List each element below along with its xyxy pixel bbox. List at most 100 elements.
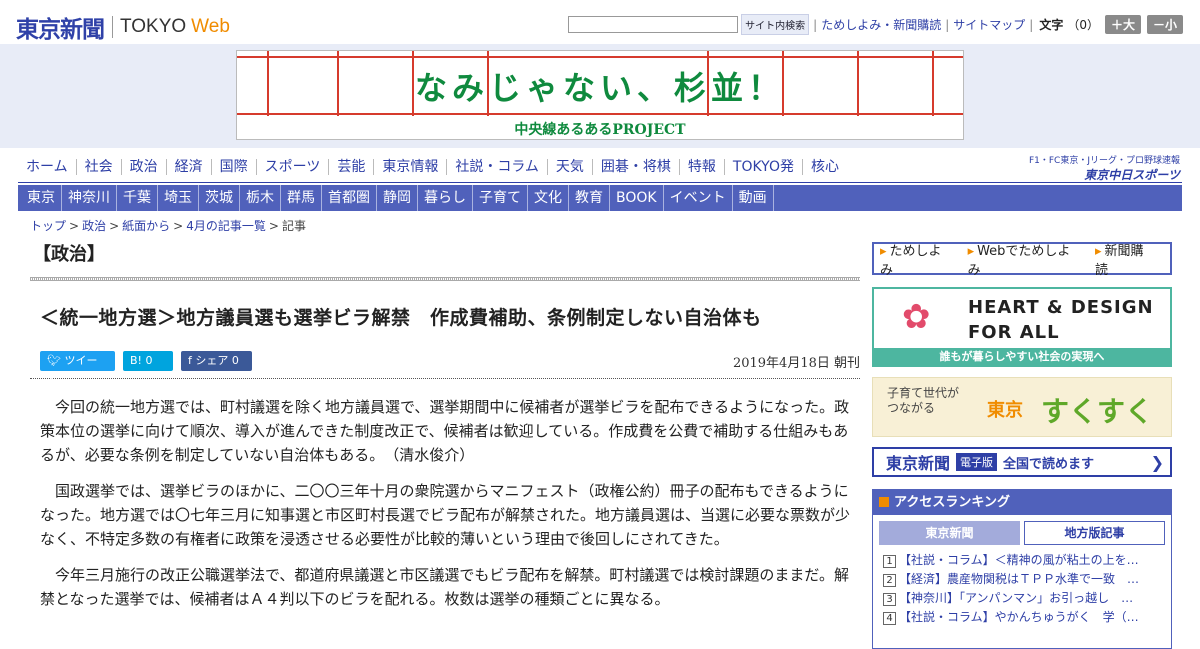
twitter-icon: 🐦︎	[47, 354, 65, 367]
breadcrumb-sep: >	[268, 219, 279, 233]
ranking-item-title: 【経済】農産物関税はＴＰＰ水準で一致 …	[899, 572, 1140, 586]
trial-subscribe-link[interactable]: ためしよみ・新聞購読	[821, 16, 941, 33]
nav-item-kakushin[interactable]: 核心	[801, 159, 847, 175]
nav-item-world[interactable]: 国際	[210, 159, 256, 175]
epaper-logo: 東京新聞	[886, 454, 951, 473]
nav-region-item[interactable]: 文化	[528, 185, 569, 211]
nav-divider	[18, 182, 1182, 183]
ranking-item[interactable]: 4 【社説・コラム】やかんちゅうがく 学（…	[883, 608, 1163, 627]
nav-item-weather[interactable]: 天気	[546, 159, 592, 175]
nav-region-item[interactable]: 教育	[569, 185, 610, 211]
nav-item-home[interactable]: ホーム	[18, 159, 76, 175]
ranking-item[interactable]: 3 【神奈川】「アンパンマン」お引っ越し …	[883, 589, 1163, 608]
header-tools: サイト内検索 | ためしよみ・新聞購読 | サイトマップ | 文字 （0） ＋大…	[568, 14, 1183, 35]
nav-region-item[interactable]: 群馬	[281, 185, 322, 211]
nav-region-item[interactable]: 暮らし	[418, 185, 473, 211]
logo-divider	[112, 16, 113, 38]
nav-item-politics[interactable]: 政治	[120, 159, 166, 175]
chunichi-logo: 東京中日スポーツ	[1084, 168, 1180, 182]
font-size-value: （0）	[1067, 18, 1099, 32]
nav-region-item[interactable]: BOOK	[610, 185, 664, 211]
sitemap-link[interactable]: サイトマップ	[953, 16, 1025, 33]
banner-line	[237, 56, 963, 58]
epaper-banner[interactable]: 東京新聞 電子版 全国で読めます ❯	[872, 447, 1172, 477]
tweet-button[interactable]: 🐦︎ ツイート	[40, 351, 115, 387]
article-date: 2019年4月18日 朝刊	[732, 355, 860, 371]
article-paragraph: 今回の統一地方選では、町村議選を除く地方議員選で、選挙期間中に候補者が選挙ビラを…	[40, 398, 850, 464]
banner-line	[237, 113, 963, 115]
breadcrumb-sep: >	[173, 219, 184, 233]
nav-item-tokuho[interactable]: 特報	[678, 159, 724, 175]
subscribe-link[interactable]: ▸ 新聞購読	[1095, 240, 1162, 278]
subscribe-bar: ▸ ためしよみ ▸ Webでためしよみ ▸ 新聞購読	[872, 240, 1172, 278]
breadcrumb-politics[interactable]: 政治	[82, 219, 106, 233]
nav-item-igo-shogi[interactable]: 囲碁・将棋	[591, 159, 679, 175]
divider: |	[813, 17, 818, 32]
nav-region-item[interactable]: 静岡	[377, 185, 418, 211]
nav-item-entertainment[interactable]: 芸能	[328, 159, 373, 175]
hatena-button[interactable]: B! 0	[123, 351, 173, 371]
nav-region-item[interactable]: 動画	[733, 185, 774, 211]
nav-item-sports[interactable]: スポーツ	[255, 159, 329, 175]
square-bullet-icon	[879, 497, 889, 507]
chunichi-sports-link[interactable]: F1・FC東京・Jリーグ・プロ野球速報 東京中日スポーツ	[1029, 153, 1180, 183]
web-trial-link[interactable]: ▸ Webでためしよみ	[968, 240, 1087, 278]
logo-web: Web	[191, 16, 230, 37]
breadcrumb-sep: >	[109, 219, 120, 233]
nav-region-item[interactable]: 埼玉	[158, 185, 199, 211]
breadcrumb-print[interactable]: 紙面から	[122, 219, 170, 233]
nav-item-economy[interactable]: 経済	[165, 159, 211, 175]
breadcrumb-april[interactable]: 4月の記事一覧	[186, 219, 266, 233]
nav-region-item[interactable]: 栃木	[240, 185, 281, 211]
epaper-badge: 電子版	[956, 453, 998, 471]
nav-region-item[interactable]: 首都圏	[322, 185, 377, 211]
nav-region-item[interactable]: イベント	[664, 185, 733, 211]
hd-title-line2: FOR ALL	[968, 322, 1060, 343]
ranking-list: 1 【社説・コラム】＜精神の風が粘土の上を… 2 【経済】農産物関税はＴＰＰ水準で一…	[873, 545, 1171, 627]
heart-design-banner[interactable]: ✿ HEART & DESIGN FOR ALL 誰もが暮らしやすい社会の実現へ	[872, 287, 1172, 367]
site-logo[interactable]: 東京新聞 TOKYO Web	[16, 10, 230, 44]
breadcrumb-sep: >	[69, 219, 80, 233]
nav-item-editorial[interactable]: 社説・コラム	[446, 159, 547, 175]
ad-banner[interactable]: なみじゃない、杉並！ 中央線あるあるPROJECT	[236, 50, 964, 140]
section-rule	[30, 277, 860, 281]
nav-region-item[interactable]: 神奈川	[62, 185, 117, 211]
font-smaller-button[interactable]: －小	[1146, 15, 1183, 34]
facebook-share-button[interactable]: f シェア 0	[181, 351, 252, 371]
sukusuku-banner[interactable]: 子育て世代が つながる 東京 すくすく	[872, 377, 1172, 437]
ranking-header: アクセスランキング	[873, 490, 1171, 515]
nav-region-item[interactable]: 東京	[18, 185, 62, 211]
tab-local-articles[interactable]: 地方版記事	[1024, 521, 1165, 545]
hd-title-line1: HEART & DESIGN	[968, 297, 1154, 318]
subscribe-label: 新聞購読	[1094, 243, 1144, 278]
ranking-item-title: 【社説・コラム】＜精神の風が粘土の上を…	[899, 553, 1139, 567]
site-header: 東京新聞 TOKYO Web サイト内検索 | ためしよみ・新聞購読 | サイト…	[0, 0, 1200, 44]
nav-region-item[interactable]: 子育て	[473, 185, 528, 211]
primary-nav: ホーム 社会 政治 経済 国際 スポーツ 芸能 東京情報 社説・コラム 天気 囲…	[18, 159, 847, 175]
dotted-divider	[30, 378, 860, 379]
article-body: 今回の統一地方選では、町村議選を除く地方議員選で、選挙期間中に候補者が選挙ビラを…	[30, 395, 860, 611]
chunichi-tagline: F1・FC東京・Jリーグ・プロ野球速報	[1028, 156, 1180, 166]
article-paragraph: 今年三月施行の改正公職選挙法で、都道府県議選と市区議選でもビラ配布を解禁。町村議…	[40, 566, 849, 608]
banner-title: なみじゃない、杉並！	[414, 69, 785, 107]
breadcrumb-top[interactable]: トップ	[30, 219, 66, 233]
subscribe-trial-link[interactable]: ▸ ためしよみ	[880, 240, 960, 278]
ranking-item[interactable]: 2 【経済】農産物関税はＴＰＰ水準で一致 …	[883, 570, 1163, 589]
site-search-button[interactable]: サイト内検索	[741, 14, 810, 35]
ranking-tabs: 東京新聞 地方版記事	[873, 515, 1171, 545]
font-bigger-button[interactable]: ＋大	[1104, 15, 1141, 34]
nav-item-society[interactable]: 社会	[75, 159, 121, 175]
sidebar: ▸ ためしよみ ▸ Webでためしよみ ▸ 新聞購読 ✿ HEART & DESIGN…	[872, 242, 1172, 649]
nav-item-tokyo-info[interactable]: 東京情報	[373, 159, 446, 175]
rank-number: 2	[883, 574, 896, 587]
hd-caption: 誰もが暮らしやすい社会の実現へ	[874, 348, 1170, 365]
divider: |	[1029, 17, 1034, 32]
nav-item-tokyo-hatsu[interactable]: TOKYO発	[723, 159, 802, 175]
tab-tokyo-shimbun[interactable]: 東京新聞	[879, 521, 1020, 545]
nav-region-item[interactable]: 茨城	[199, 185, 240, 211]
nav-region-item[interactable]: 千葉	[117, 185, 158, 211]
divider: |	[945, 17, 950, 32]
site-search-input[interactable]	[568, 16, 739, 33]
share-bar: 🐦︎ ツイート B! 0 f シェア 0 2019年4月18日 朝刊	[30, 351, 860, 387]
ranking-item[interactable]: 1 【社説・コラム】＜精神の風が粘土の上を…	[883, 551, 1163, 570]
